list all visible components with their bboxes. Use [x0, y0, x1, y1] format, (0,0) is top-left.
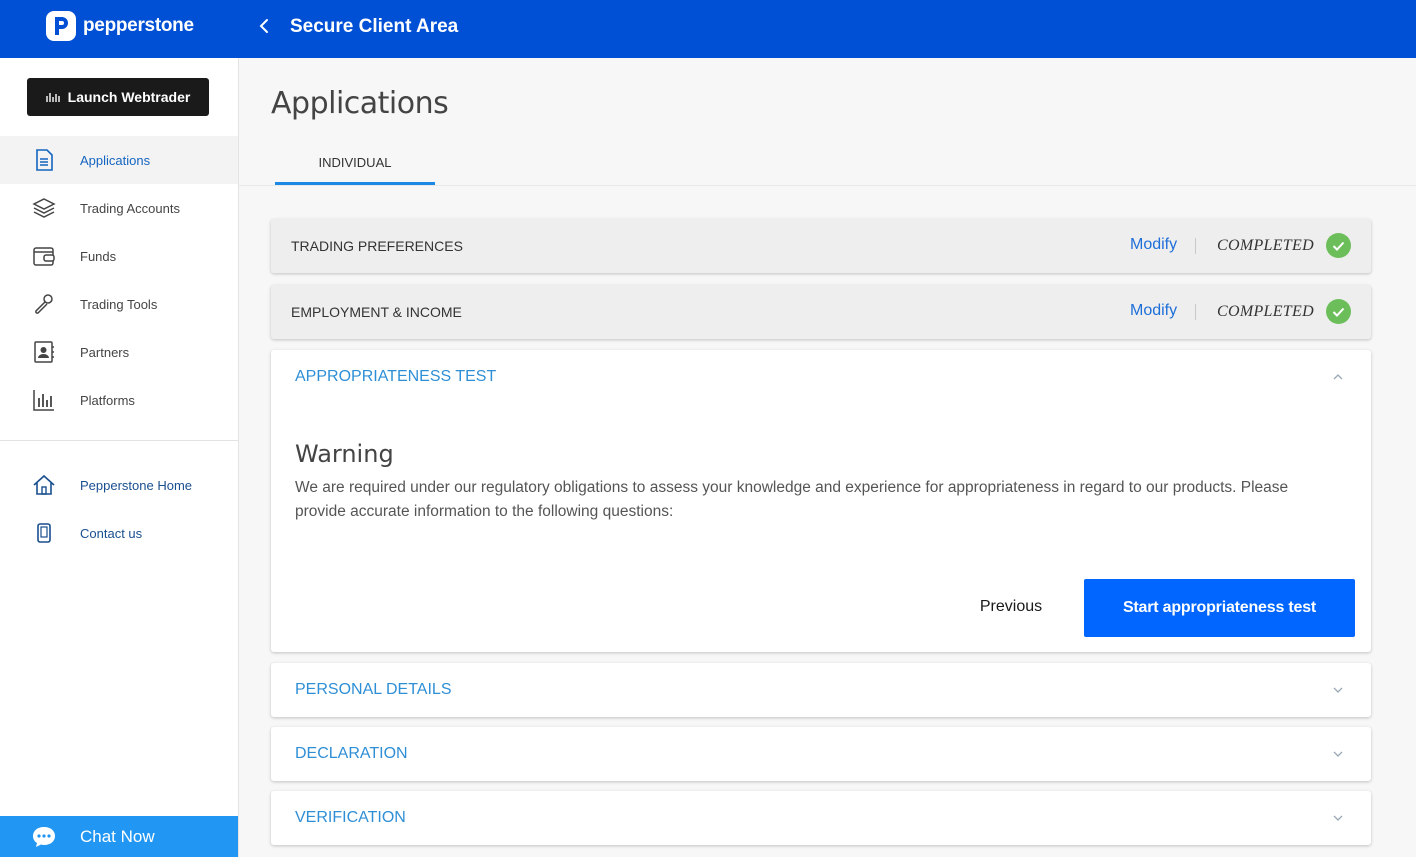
section-header[interactable]: EMPLOYMENT & INCOME Modify COMPLETED: [271, 285, 1371, 339]
chat-now-button[interactable]: Chat Now: [0, 816, 238, 857]
sidebar-item-funds[interactable]: Funds: [0, 232, 238, 280]
chevron-down-icon[interactable]: [1331, 685, 1345, 695]
section-title: PERSONAL DETAILS: [295, 681, 452, 698]
brand-name: pepperstone: [83, 15, 194, 36]
layers-icon: [32, 198, 56, 218]
check-icon: [1326, 233, 1351, 258]
pepperstone-logo-icon: [46, 11, 76, 41]
section-header[interactable]: DECLARATION: [271, 727, 1371, 781]
section-trading-preferences: TRADING PREFERENCES Modify COMPLETED: [271, 219, 1371, 273]
sidebar-item-trading-tools[interactable]: Trading Tools: [0, 280, 238, 328]
brand-logo[interactable]: pepperstone: [46, 11, 194, 41]
sidebar-link-label: Contact us: [80, 525, 143, 541]
separator: [1195, 238, 1196, 254]
check-icon: [1326, 299, 1351, 324]
previous-button[interactable]: Previous: [961, 578, 1061, 636]
sidebar-link-contact-us[interactable]: Contact us: [0, 509, 238, 557]
sidebar-link-label: Pepperstone Home: [80, 477, 193, 493]
chat-now-label: Chat Now: [80, 826, 155, 846]
sidebar-divider: [0, 440, 238, 441]
sidebar: Launch Webtrader Applications Trading Ac…: [0, 58, 239, 857]
section-employment-income: EMPLOYMENT & INCOME Modify COMPLETED: [271, 285, 1371, 339]
sidebar-item-label: Partners: [80, 344, 130, 360]
sidebar-item-label: Funds: [80, 248, 117, 264]
document-icon: [36, 149, 53, 171]
back-chevron-icon[interactable]: [254, 15, 276, 37]
sidebar-item-partners[interactable]: Partners: [0, 328, 238, 376]
section-header[interactable]: PERSONAL DETAILS: [271, 663, 1371, 717]
section-title: EMPLOYMENT & INCOME: [291, 304, 462, 320]
warning-text: We are required under our regulatory obl…: [295, 479, 1289, 520]
wrench-icon: [35, 294, 53, 314]
sidebar-link-pepperstone-home[interactable]: Pepperstone Home: [0, 461, 238, 509]
wallet-icon: [33, 247, 55, 266]
sidebar-item-label: Trading Tools: [80, 296, 158, 312]
section-title: DECLARATION: [295, 745, 408, 762]
section-personal-details: PERSONAL DETAILS: [271, 663, 1371, 717]
section-title: TRADING PREFERENCES: [291, 238, 463, 254]
status-label: COMPLETED: [1217, 303, 1314, 320]
section-declaration: DECLARATION: [271, 727, 1371, 781]
top-bar: pepperstone Secure Client Area: [0, 0, 1416, 58]
section-appropriateness-test: APPROPRIATENESS TEST Warning We are requ…: [271, 350, 1371, 652]
section-title: VERIFICATION: [295, 809, 406, 826]
warning-title: Warning: [295, 440, 394, 468]
sidebar-item-label: Applications: [80, 152, 151, 168]
section-header[interactable]: VERIFICATION: [271, 791, 1371, 845]
sidebar-item-label: Trading Accounts: [80, 200, 180, 216]
chat-bubble-icon: [33, 827, 55, 847]
bar-chart-icon: [33, 390, 54, 411]
status-label: COMPLETED: [1217, 237, 1314, 254]
section-header[interactable]: TRADING PREFERENCES Modify COMPLETED: [271, 219, 1371, 273]
chevron-down-icon[interactable]: [1331, 813, 1345, 823]
header-title: Secure Client Area: [290, 16, 459, 37]
sidebar-item-label: Platforms: [80, 392, 135, 408]
launch-webtrader-label: Launch Webtrader: [67, 89, 191, 105]
launch-webtrader-button[interactable]: Launch Webtrader: [27, 78, 209, 116]
chevron-down-icon[interactable]: [1331, 749, 1345, 759]
section-title: APPROPRIATENESS TEST: [295, 368, 497, 385]
section-verification: VERIFICATION: [271, 791, 1371, 845]
page-title: Applications: [271, 86, 449, 121]
sidebar-item-trading-accounts[interactable]: Trading Accounts: [0, 184, 238, 232]
chevron-up-icon[interactable]: [1331, 372, 1345, 382]
chart-icon: [45, 93, 60, 102]
start-appropriateness-test-button[interactable]: Start appropriateness test: [1084, 579, 1355, 637]
section-header[interactable]: APPROPRIATENESS TEST: [271, 350, 1371, 404]
home-icon: [33, 474, 55, 495]
phone-icon: [37, 523, 51, 543]
modify-link[interactable]: Modify: [1130, 236, 1177, 254]
separator: [1195, 304, 1196, 320]
modify-link[interactable]: Modify: [1130, 302, 1177, 320]
contact-card-icon: [34, 341, 54, 363]
tab-divider: [239, 185, 1416, 186]
tab-individual[interactable]: INDIVIDUAL: [275, 142, 435, 185]
sidebar-item-platforms[interactable]: Platforms: [0, 376, 238, 424]
sidebar-item-applications[interactable]: Applications: [0, 136, 238, 184]
